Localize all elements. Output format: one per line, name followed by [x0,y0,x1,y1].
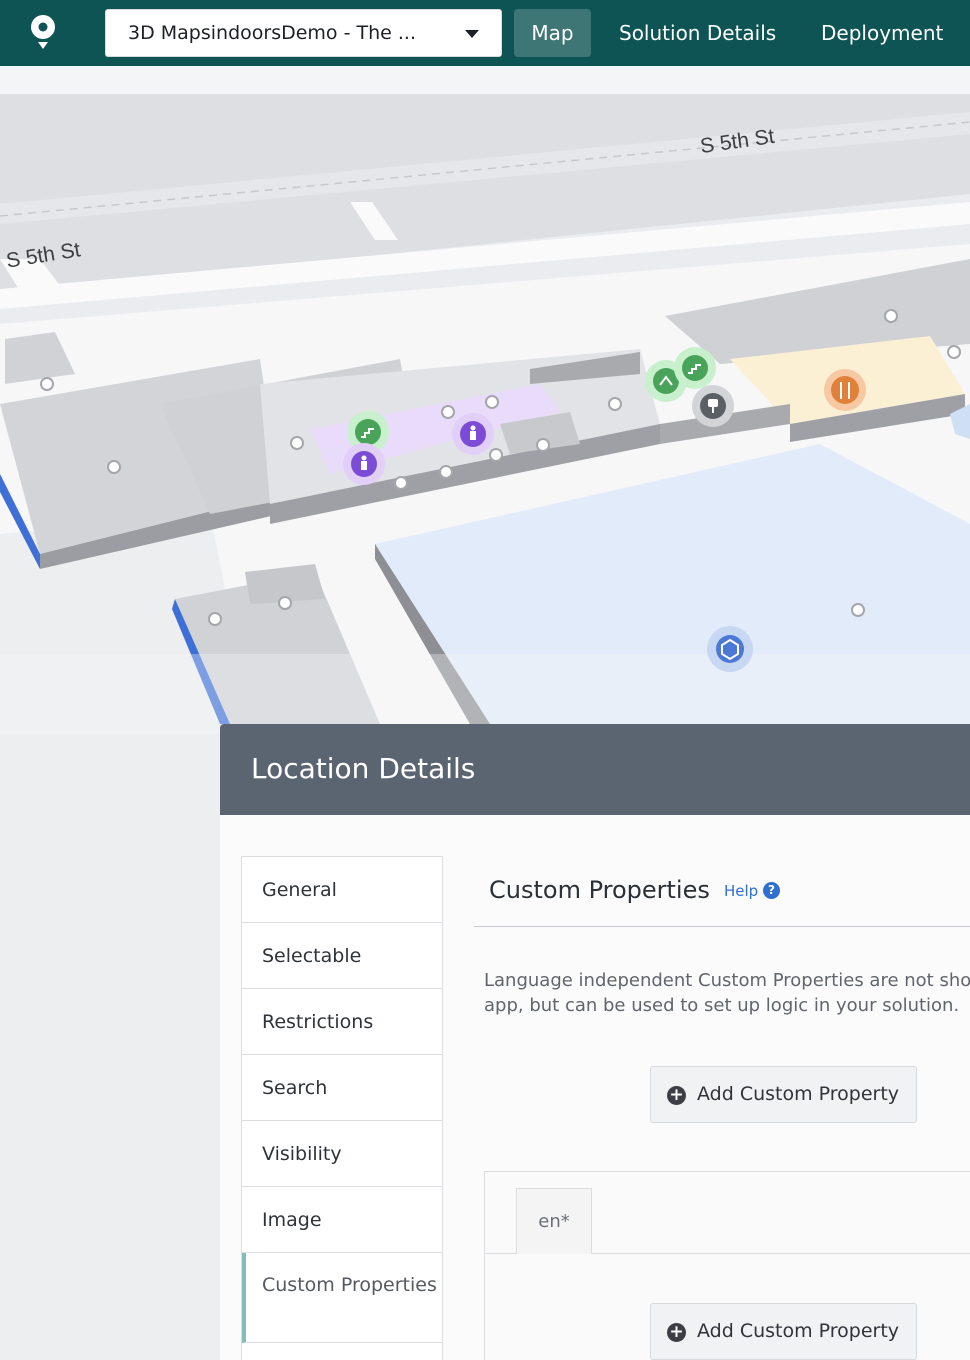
tab-map[interactable]: Map [514,9,591,57]
mapsindoors-logo-icon[interactable] [26,12,60,54]
panel-title: Location Details [251,752,476,785]
restaurant-icon [824,369,866,411]
menu-item-selectable[interactable]: Selectable [242,923,442,989]
help-icon[interactable]: ? [763,882,780,899]
venue-select-value: 3D MapsindoorsDemo - The ... [128,22,416,44]
menu-item-image[interactable]: Image [242,1187,442,1253]
description-line: app, but can be used to set up logic in … [484,995,960,1016]
button-label: Add Custom Property [697,1083,900,1105]
menu-item-next[interactable] [242,1343,442,1360]
plus-circle-icon: + [667,1086,686,1105]
section-description: Language independent Custom Properties a… [484,968,970,1018]
menu-item-general[interactable]: General [242,857,442,923]
menu-item-custom-properties[interactable]: Custom Properties [242,1253,442,1343]
chevron-down-icon [465,30,479,38]
panel-header: Location Details [220,724,970,815]
add-custom-property-button[interactable]: + Add Custom Property [650,1066,917,1123]
section-title: Custom Properties [489,876,710,904]
details-menu: General Selectable Restrictions Search V… [241,856,443,1360]
tab-language-en[interactable]: en* [516,1188,592,1254]
toilet-icon [343,443,385,485]
venue-select[interactable]: 3D MapsindoorsDemo - The ... [105,9,502,57]
help-link[interactable]: Help [724,882,758,900]
office-chair-icon [692,385,734,427]
menu-item-visibility[interactable]: Visibility [242,1121,442,1187]
tab-solution-details[interactable]: Solution Details [619,9,776,57]
menu-item-restrictions[interactable]: Restrictions [242,989,442,1055]
toilet-icon [452,413,494,455]
description-line: Language independent Custom Properties a… [484,970,970,991]
location-details-panel: Location Details General Selectable Rest… [220,724,970,1360]
plus-circle-icon: + [667,1323,686,1342]
menu-item-search[interactable]: Search [242,1055,442,1121]
stairs-icon [674,347,716,389]
add-custom-property-button-language[interactable]: + Add Custom Property [650,1303,917,1360]
tab-deployment[interactable]: Deployment [821,9,943,57]
toolbar-strip [0,66,970,94]
divider [474,926,970,927]
top-bar: 3D MapsindoorsDemo - The ... Map Solutio… [0,0,970,66]
cube-icon [707,626,753,672]
button-label: Add Custom Property [697,1320,900,1342]
